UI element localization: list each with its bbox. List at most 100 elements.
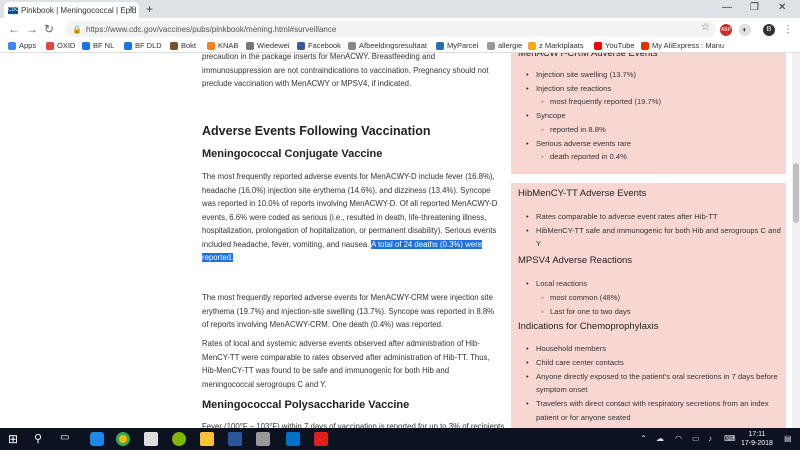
notifications-icon[interactable]: ▤: [784, 434, 792, 443]
task-view-icon[interactable]: ▭: [60, 432, 74, 446]
sidebar-list-item: Last for one to two days: [518, 305, 786, 319]
bookmark-label: MyParcel: [447, 41, 479, 50]
heading-adverse-events: Adverse Events Following Vaccination: [202, 124, 431, 138]
bookmark-label: Afbeeldingsresultaat: [359, 41, 427, 50]
crm-box-title: MenACWY-CRM Adverse Events: [518, 53, 658, 59]
reload-icon[interactable]: ↻: [44, 22, 54, 36]
scrollbar[interactable]: [792, 53, 800, 428]
bookmark-icon: [8, 41, 16, 50]
menu-icon[interactable]: ⋮: [782, 24, 794, 36]
side-box-lower: HibMenCY-TT Adverse Events Rates compara…: [511, 183, 786, 428]
sidebar-list-item: Local reactions: [518, 277, 786, 291]
bookmark-item[interactable]: Facebook: [297, 41, 341, 50]
calculator-icon[interactable]: [256, 432, 270, 446]
tab-close-icon[interactable]: ✕: [128, 4, 135, 13]
clock[interactable]: 17:11 17-9-2018: [741, 430, 773, 448]
profile-avatar[interactable]: B: [763, 24, 775, 36]
page-content: precaution in the package inserts for Me…: [0, 53, 800, 428]
bookmark-icon: [594, 41, 602, 50]
bookmark-label: My AliExpress : Manu: [652, 41, 725, 50]
word-icon[interactable]: [228, 432, 242, 446]
file-explorer-icon[interactable]: [200, 432, 214, 446]
bookmark-item[interactable]: My AliExpress : Manu: [641, 41, 724, 50]
sidebar-list-item: Household members: [518, 342, 786, 356]
store-icon[interactable]: [144, 432, 158, 446]
paragraph-hibmency-tt: Rates of local and systemic adverse even…: [202, 339, 490, 389]
bookmark-item[interactable]: z Marktplaats: [528, 41, 584, 50]
address-bar[interactable]: 🔒 https://www.cdc.gov/vaccines/pubs/pink…: [66, 21, 716, 37]
search-icon[interactable]: ⚲: [34, 432, 48, 446]
sidebar-list-item: death reported in 0.4%: [518, 150, 786, 164]
app-green-icon[interactable]: [172, 432, 186, 446]
tab-strip: CDC Pinkbook | Meningococcal | Epid ✕ + …: [0, 0, 800, 18]
sidebar-list-item: Anyone directly exposed to the patient's…: [518, 370, 786, 397]
sidebar-list-item: Injection site reactions: [518, 82, 786, 96]
bookmark-item[interactable]: KNAB: [207, 41, 238, 50]
paragraph-mpsv4: Fever (100°F – 103°F) within 7 days of v…: [202, 422, 505, 428]
intro-paragraph: precaution in the package inserts for Me…: [202, 53, 489, 88]
windows-taskbar: ⊞ ⚲ ▭ ⌃ ☁ ◠ ▭ ♪ ⌨ 17:11 17-9-2018 ▤: [0, 428, 800, 450]
wifi-icon[interactable]: ◠: [675, 434, 682, 443]
bookmark-item[interactable]: Afbeeldingsresultaat: [348, 41, 427, 50]
bookmark-star-icon[interactable]: ☆: [701, 22, 710, 33]
bookmark-label: allergie: [498, 41, 523, 50]
bookmark-item[interactable]: Bokt: [170, 41, 196, 50]
minimize-icon[interactable]: —: [722, 2, 732, 13]
back-icon[interactable]: ←: [8, 22, 20, 36]
windows-start-icon[interactable]: ⊞: [8, 432, 22, 446]
new-tab-icon[interactable]: +: [146, 2, 153, 16]
bookmark-item[interactable]: BF DLD: [124, 41, 162, 50]
heading-polysaccharide-vaccine: Meningococcal Polysaccharide Vaccine: [202, 399, 410, 411]
bookmark-icon: [170, 41, 178, 50]
bookmark-label: BF NL: [93, 41, 115, 50]
bookmark-label: KNAB: [218, 41, 239, 50]
maximize-icon[interactable]: ❐: [750, 2, 759, 13]
bookmark-icon: [348, 41, 356, 50]
forward-icon[interactable]: →: [26, 22, 38, 36]
bookmark-item[interactable]: Apps: [8, 41, 36, 50]
chemo-list: Household membersChild care center conta…: [518, 342, 786, 424]
bookmark-item[interactable]: MyParcel: [436, 41, 478, 50]
bookmark-icon: [124, 41, 132, 50]
mpsv-list: Local reactionsmost common (48%)Last for…: [518, 273, 786, 318]
chemo-box-title: Indications for Chemoprophylaxis: [518, 321, 659, 333]
url-text: https://www.cdc.gov/vaccines/pubs/pinkbo…: [85, 24, 337, 34]
battery-icon[interactable]: ▭: [692, 434, 700, 443]
paragraph-text: The most frequently reported adverse eve…: [202, 172, 498, 249]
paragraph-menacwy-d: The most frequently reported adverse eve…: [202, 170, 502, 265]
keyboard-icon[interactable]: ⌨: [724, 434, 736, 443]
acrobat-icon[interactable]: [314, 432, 328, 446]
bookmark-label: Wiedewei: [257, 41, 290, 50]
bookmark-label: BF DLD: [135, 41, 162, 50]
scrollbar-thumb[interactable]: [793, 163, 799, 223]
bookmark-item[interactable]: OXID: [46, 41, 75, 50]
sidebar-list-item: Rates comparable to adverse event rates …: [518, 210, 786, 224]
close-window-icon[interactable]: ✕: [778, 2, 786, 13]
sidebar-list-item: HibMenCY-TT safe and immunogenic for bot…: [518, 224, 786, 251]
sidebar-list-item: reported in 8.8%: [518, 123, 786, 137]
tab-pinkbook[interactable]: CDC Pinkbook | Meningococcal | Epid ✕: [4, 2, 139, 18]
bookmark-item[interactable]: allergie: [487, 41, 522, 50]
cdc-favicon-icon: CDC: [8, 6, 19, 14]
bookmark-item[interactable]: BF NL: [82, 41, 114, 50]
sidebar-list-item: Child care center contacts: [518, 356, 786, 370]
bookmark-icon: [246, 41, 254, 50]
edge-icon[interactable]: [90, 432, 104, 446]
chrome-icon[interactable]: [116, 432, 130, 446]
adblock-plus-icon[interactable]: ABP: [720, 24, 732, 36]
cloud-icon[interactable]: ☁: [656, 434, 664, 443]
bookmark-icon: [46, 41, 54, 50]
sidebar-list-item: most common (48%): [518, 291, 786, 305]
sidebar-list-item: Travelers with direct contact with respi…: [518, 397, 786, 424]
outlook-icon[interactable]: [286, 432, 300, 446]
bookmark-item[interactable]: YouTube: [594, 41, 634, 50]
hib-box-title: HibMenCY-TT Adverse Events: [518, 188, 647, 199]
extension-grey-icon[interactable]: ◐: [739, 24, 751, 36]
bookmark-icon: [297, 41, 305, 50]
bookmark-item[interactable]: Wiedewei: [246, 41, 290, 50]
sidebar: MenACWY-CRM Adverse Events Injection sit…: [511, 53, 786, 428]
crm-adverse-events-box: MenACWY-CRM Adverse Events Injection sit…: [511, 53, 786, 174]
network-icon[interactable]: ⌃: [640, 434, 647, 443]
volume-icon[interactable]: ♪: [708, 434, 712, 443]
bookmark-icon: [207, 41, 215, 50]
